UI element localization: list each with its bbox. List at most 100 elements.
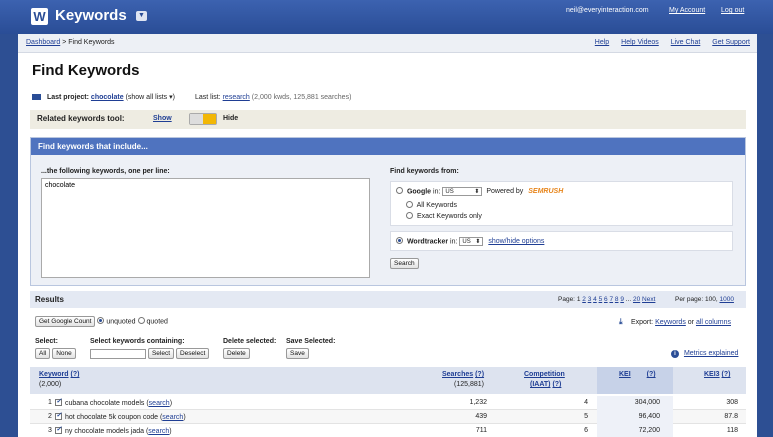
row-checkbox[interactable] <box>55 411 62 420</box>
get-google-count-button[interactable]: Get Google Count <box>35 316 96 327</box>
row-search-link[interactable]: search <box>149 400 170 407</box>
keyword-column-header[interactable]: Keyword <box>39 371 69 378</box>
row-searches: 1,232 <box>469 399 487 406</box>
wordtracker-country-select[interactable]: US ⬍ <box>459 237 484 246</box>
page-label: Page: <box>558 296 575 303</box>
row-checkbox[interactable] <box>55 397 62 406</box>
exact-keywords-label: Exact Keywords only <box>416 213 482 220</box>
show-hide-options-link[interactable]: show/hide options <box>488 238 544 245</box>
related-toggle[interactable] <box>189 113 217 125</box>
page-link[interactable]: 6 <box>604 296 608 303</box>
breadcrumb-dashboard-link[interactable]: Dashboard <box>26 39 60 46</box>
page-link[interactable]: 3 <box>588 296 592 303</box>
iaat-link[interactable]: (IAAT) <box>530 381 550 388</box>
page-link-last[interactable]: 20 <box>633 296 640 303</box>
export-keywords-link[interactable]: Keywords <box>655 319 686 326</box>
wordtracker-source-box: Wordtracker in: US ⬍ show/hide options <box>390 231 733 251</box>
row-search-link[interactable]: search <box>148 428 169 435</box>
kei3-help-link[interactable]: (?) <box>722 371 731 378</box>
export-all-columns-link[interactable]: all columns <box>696 319 731 326</box>
results-header: Results Page: 1 2 3 4 5 6 7 8 9 ... 20 N… <box>30 291 746 308</box>
row-checkbox[interactable] <box>55 425 62 434</box>
info-icon: i <box>671 350 679 358</box>
last-list-stats: (2,000 kwds, 125,881 searches) <box>251 94 352 101</box>
google-country-select[interactable]: US ⬍ <box>442 187 483 196</box>
results-title: Results <box>35 295 64 304</box>
page-link[interactable]: 5 <box>599 296 603 303</box>
row-search-link[interactable]: search <box>162 414 183 421</box>
download-icon: ⤓ <box>619 317 623 326</box>
row-keyword: hot chocolate 5k coupon code <box>65 414 159 421</box>
google-source-box: Google in: US ⬍ Powered by SEMRUSH All Ke… <box>390 181 733 226</box>
related-hide-label: Hide <box>223 115 239 122</box>
select-button[interactable]: Select <box>147 348 175 359</box>
keywords-textarea[interactable]: chocolate <box>41 178 370 278</box>
help-link[interactable]: Help <box>595 39 609 46</box>
last-list-label: Last list: <box>194 94 221 101</box>
row-keyword-cell: ny chocolate models jada (search) <box>55 425 172 435</box>
table-row: 2 hot chocolate 5k coupon code (search) … <box>30 410 746 424</box>
select-arrow-icon: ⬍ <box>475 239 481 245</box>
row-kei: 96,400 <box>638 413 660 420</box>
select-containing-input[interactable] <box>90 348 146 359</box>
page-link[interactable]: 9 <box>620 296 624 303</box>
all-keywords-label: All Keywords <box>416 202 458 209</box>
page-link[interactable]: 2 <box>582 296 586 303</box>
page-title: Find Keywords <box>32 62 140 79</box>
row-keyword: ny chocolate models jada <box>65 428 144 435</box>
quoted-radio[interactable] <box>137 317 145 325</box>
delete-button[interactable]: Delete <box>223 348 250 359</box>
search-button[interactable]: Search <box>390 258 419 269</box>
related-keywords-label: Related keywords tool: <box>37 114 125 123</box>
quoted-label: quoted <box>146 318 168 326</box>
select-none-button[interactable]: None <box>52 348 76 359</box>
project-link[interactable]: chocolate <box>91 94 124 101</box>
google-radio[interactable] <box>396 187 403 195</box>
page-link[interactable]: 8 <box>615 296 619 303</box>
kei-column-header[interactable]: KEI <box>619 371 631 378</box>
select-all-button[interactable]: All <box>35 348 51 359</box>
breadcrumb-separator: > <box>62 39 67 46</box>
wordtracker-country-value: US <box>462 239 471 245</box>
help-videos-link[interactable]: Help Videos <box>621 39 659 46</box>
row-number: 1 <box>48 399 52 406</box>
exact-keywords-radio[interactable] <box>406 212 413 219</box>
live-chat-link[interactable]: Live Chat <box>671 39 701 46</box>
show-all-lists-link[interactable]: (show all lists ▾) <box>126 94 175 101</box>
keyword-help-link[interactable]: (?) <box>71 371 80 378</box>
table-row: 1 cubana chocolate models (search) 1,232… <box>30 396 746 410</box>
select-label: Select: <box>35 338 58 345</box>
save-button[interactable]: Save <box>286 348 309 359</box>
related-show-link[interactable]: Show <box>153 115 172 122</box>
last-list-link[interactable]: research <box>223 94 250 101</box>
page-link[interactable]: 7 <box>609 296 613 303</box>
row-kei: 72,200 <box>638 427 660 434</box>
searches-column-header[interactable]: Searches <box>442 371 473 378</box>
competition-help-link[interactable]: (?) <box>552 381 561 388</box>
all-keywords-radio[interactable] <box>406 201 413 208</box>
logout-link[interactable]: Log out <box>721 7 744 14</box>
find-keywords-panel: Find keywords that include... ...the fol… <box>30 137 746 286</box>
kei-help-link[interactable]: (?) <box>647 371 656 378</box>
top-bar: W Keywords ▼ neil@everyinteraction.com M… <box>0 0 773 34</box>
wordtracker-radio[interactable] <box>396 237 403 245</box>
toggle-on-part <box>203 114 216 124</box>
get-support-link[interactable]: Get Support <box>712 39 750 46</box>
competition-column-header[interactable]: Competition <box>524 371 565 378</box>
deselect-button[interactable]: Deselect <box>175 348 210 359</box>
kei3-column-header[interactable]: KEI3 <box>704 371 720 378</box>
page-link[interactable]: 4 <box>593 296 597 303</box>
next-page-link[interactable]: Next <box>642 296 655 303</box>
metrics-explained-link[interactable]: Metrics explained <box>684 350 738 357</box>
find-panel-header: Find keywords that include... <box>31 138 745 155</box>
table-row: 3 ny chocolate models jada (search) 711 … <box>30 424 746 437</box>
unquoted-radio[interactable] <box>97 317 105 325</box>
my-account-link[interactable]: My Account <box>669 7 705 14</box>
row-competition: 4 <box>584 399 588 406</box>
app-menu-dropdown[interactable]: ▼ <box>136 11 147 21</box>
per-page-1000-link[interactable]: 1000 <box>719 296 733 303</box>
table-header: Keyword (?) (2,000) Searches (?) (125,88… <box>30 367 746 394</box>
export-or: or <box>687 319 695 326</box>
searches-help-link[interactable]: (?) <box>475 371 484 378</box>
delete-selected-label: Delete selected: <box>223 338 277 345</box>
